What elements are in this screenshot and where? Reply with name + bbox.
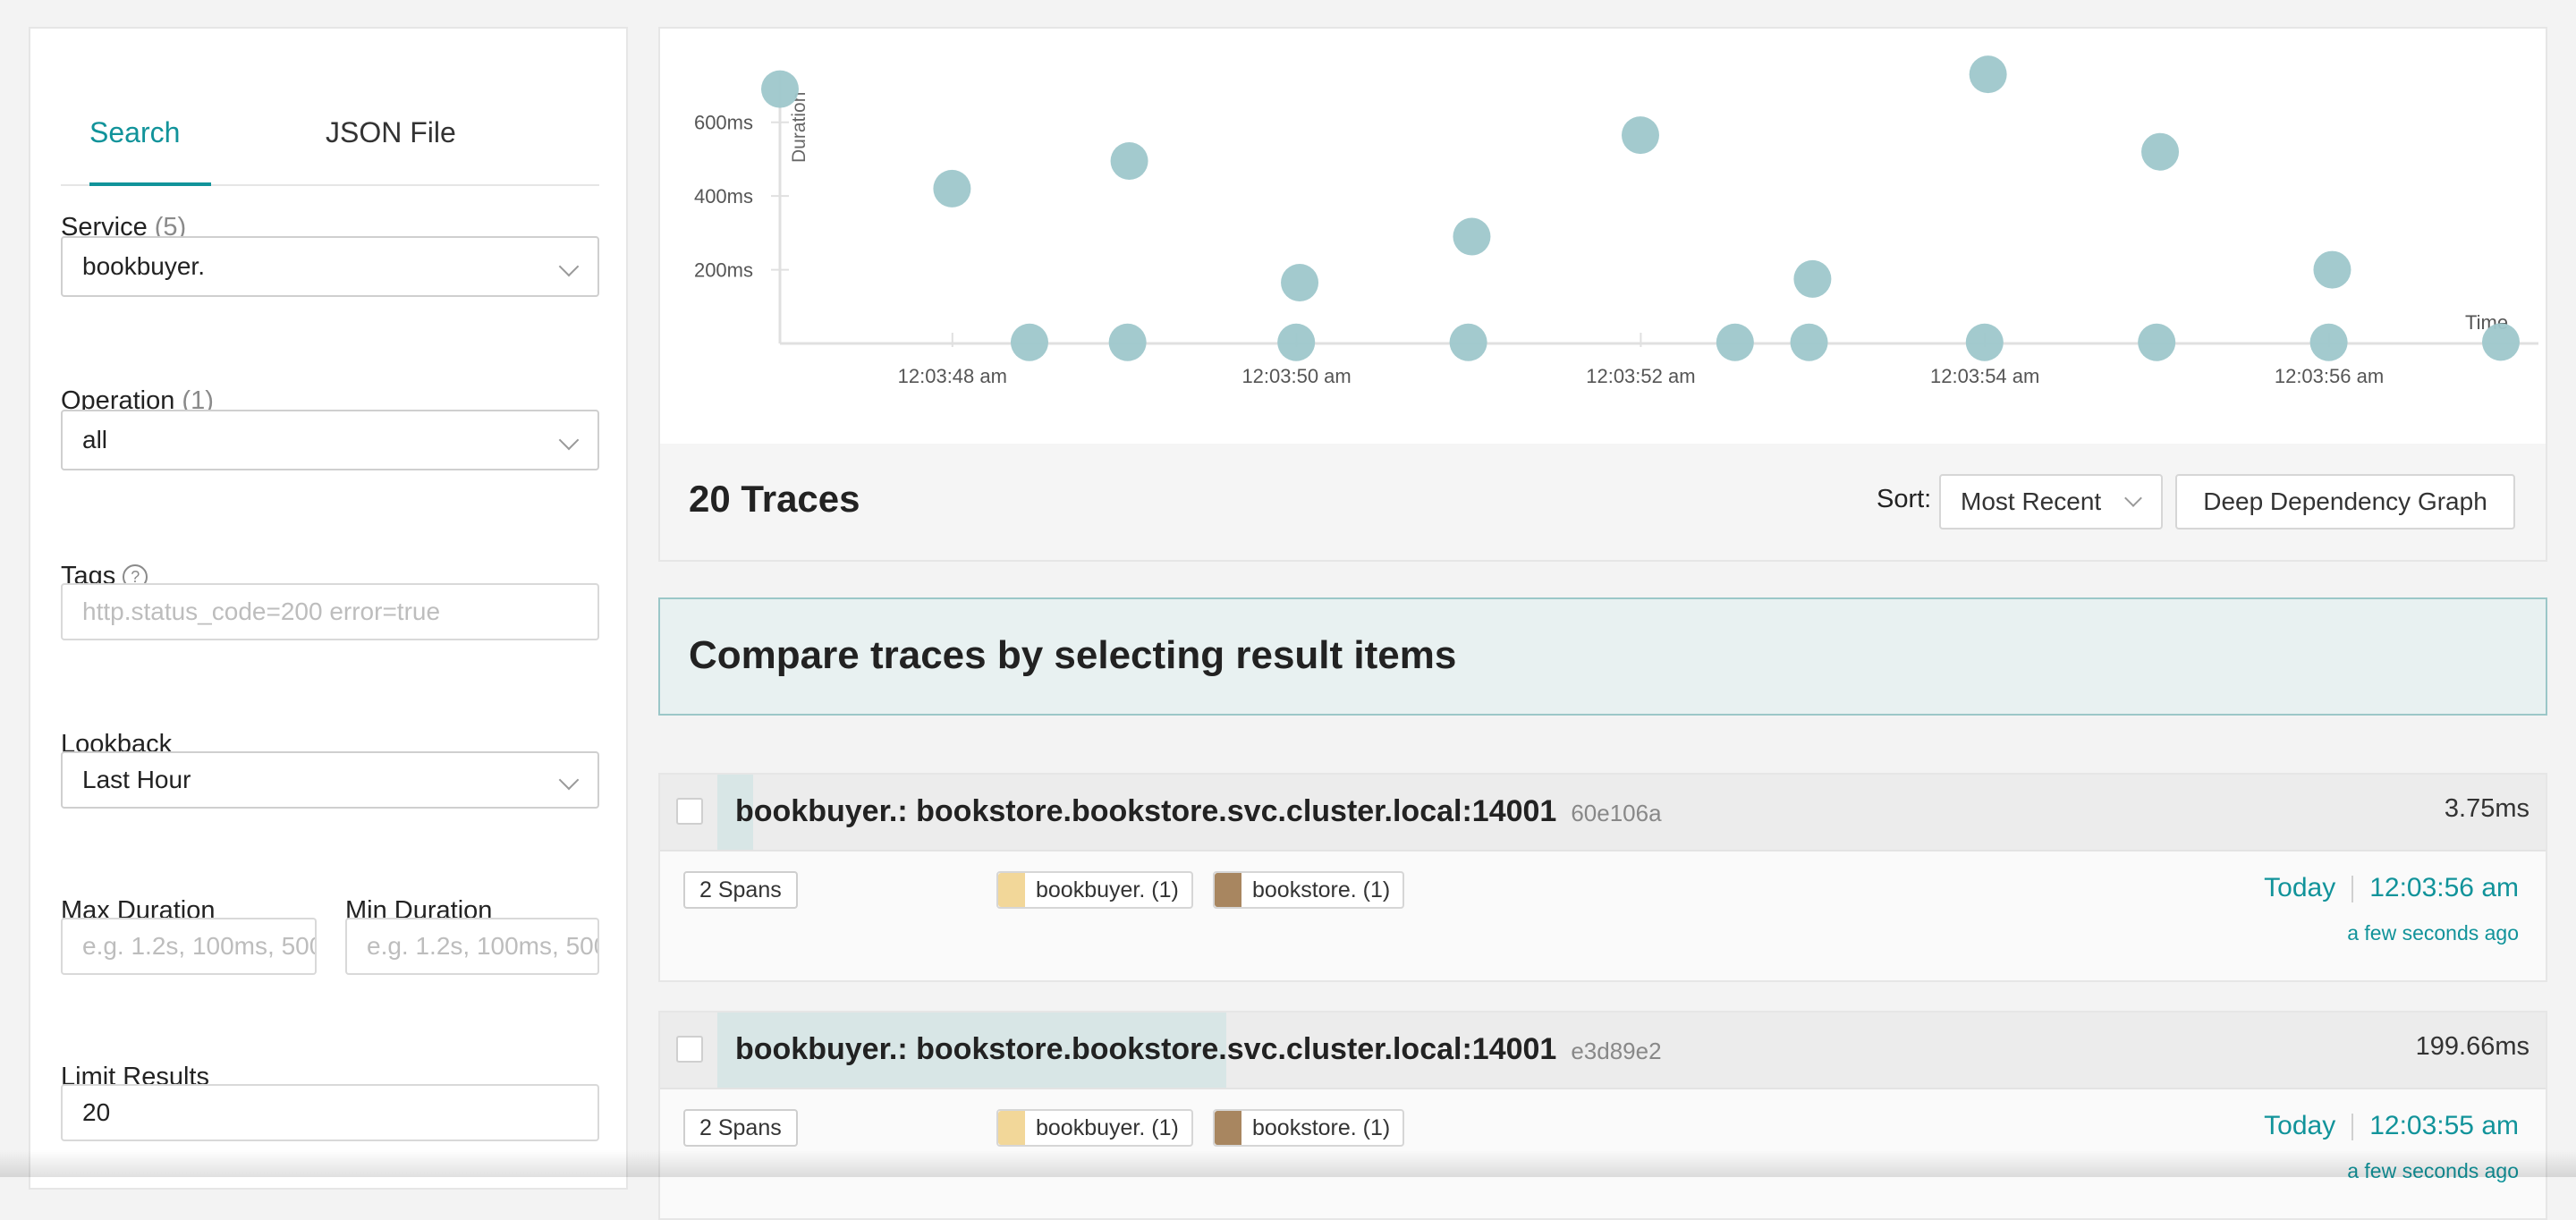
- service-color-swatch: [998, 873, 1025, 907]
- y-tick-label: 200ms: [694, 259, 753, 282]
- search-panel: Search JSON File Service (5) bookbuyer. …: [29, 27, 628, 1190]
- lookback-select-value: Last Hour: [82, 766, 191, 793]
- trace-id: e3d89e2: [1571, 1038, 1662, 1064]
- trace-date: Today: [2264, 1111, 2336, 1140]
- trace-point: [1790, 323, 1828, 361]
- trace-id: 60e106a: [1571, 800, 1662, 826]
- tab-json-file[interactable]: JSON File: [326, 116, 456, 182]
- trace-point: [1969, 55, 2007, 94]
- operation-select[interactable]: all: [61, 410, 599, 470]
- service-tag-label: bookbuyer. (1): [1036, 877, 1179, 902]
- service-tag: bookbuyer. (1): [996, 1109, 1193, 1147]
- service-tag: bookstore. (1): [1213, 1109, 1405, 1147]
- scatter-chart: 200ms 400ms 600ms 12:03:48 am 12:03:50 am 12:…: [658, 27, 2547, 445]
- trace-point: [1793, 259, 1832, 298]
- y-tick-label: 600ms: [694, 112, 753, 134]
- traces-count: 20 Traces: [689, 478, 860, 520]
- lookback-select[interactable]: Last Hour: [61, 751, 599, 809]
- trace-title-text: bookbuyer.: bookstore.bookstore.svc.clus…: [735, 794, 1557, 828]
- trace-point: [1108, 323, 1147, 361]
- trace-item-header[interactable]: bookbuyer.: bookstore.bookstore.svc.clus…: [660, 1012, 2546, 1089]
- trace-timestamp: Today 12:03:55 am: [2264, 1111, 2519, 1141]
- x-tick-label: 12:03:54 am: [1930, 365, 2039, 387]
- trace-point: [2141, 132, 2180, 171]
- trace-duration: 199.66ms: [2415, 1032, 2529, 1061]
- trace-time: 12:03:56 am: [2369, 873, 2519, 902]
- trace-item[interactable]: bookbuyer.: bookstore.bookstore.svc.clus…: [658, 1011, 2547, 1220]
- trace-point: [933, 169, 971, 208]
- service-color-swatch: [1215, 873, 1241, 907]
- trace-timestamp: Today 12:03:56 am: [2264, 873, 2519, 903]
- trace-point: [1622, 116, 1659, 155]
- trace-title-text: bookbuyer.: bookstore.bookstore.svc.clus…: [735, 1032, 1557, 1066]
- service-tag-label: bookstore. (1): [1252, 877, 1391, 902]
- trace-item[interactable]: bookbuyer.: bookstore.bookstore.svc.clus…: [658, 773, 2547, 982]
- x-tick-label: 12:03:56 am: [2275, 365, 2384, 387]
- trace-point: [2313, 250, 2351, 289]
- trace-point: [2309, 323, 2348, 361]
- trace-point: [1281, 264, 1319, 301]
- compare-banner: Compare traces by selecting result items: [658, 597, 2547, 716]
- divider: [2351, 1114, 2354, 1141]
- service-tag-label: bookbuyer. (1): [1036, 1115, 1179, 1140]
- trace-title[interactable]: bookbuyer.: bookstore.bookstore.svc.clus…: [735, 1032, 1662, 1067]
- trace-item-header[interactable]: bookbuyer.: bookstore.bookstore.svc.clus…: [660, 775, 2546, 851]
- trace-relative-time: a few seconds ago: [2347, 921, 2519, 945]
- chevron-down-icon: [2124, 489, 2142, 507]
- sort-select-value: Most Recent: [1961, 487, 2102, 515]
- search-tabs: Search JSON File: [61, 91, 599, 186]
- service-color-swatch: [998, 1111, 1025, 1145]
- operation-select-value: all: [82, 426, 108, 453]
- service-tag-label: bookstore. (1): [1252, 1115, 1391, 1140]
- trace-title[interactable]: bookbuyer.: bookstore.bookstore.svc.clus…: [735, 794, 1662, 829]
- trace-select-checkbox[interactable]: [676, 798, 703, 825]
- span-count-badge: 2 Spans: [683, 871, 798, 909]
- y-tick-label: 400ms: [694, 185, 753, 208]
- sort-select[interactable]: Most Recent: [1939, 474, 2163, 530]
- service-select[interactable]: bookbuyer.: [61, 236, 599, 297]
- deep-dependency-graph-button[interactable]: Deep Dependency Graph: [2175, 474, 2515, 530]
- min-duration-input[interactable]: e.g. 1.2s, 100ms, 500us: [345, 918, 599, 975]
- trace-point: [1716, 323, 1754, 361]
- divider: [2351, 876, 2354, 903]
- service-tag: bookstore. (1): [1213, 871, 1405, 909]
- trace-point: [1453, 217, 1491, 256]
- trace-point: [1965, 323, 2004, 361]
- trace-point: [1110, 142, 1148, 180]
- x-tick-label: 12:03:50 am: [1241, 365, 1351, 387]
- results-header: 20 Traces Sort: Most Recent Deep Depende…: [658, 444, 2547, 562]
- chevron-down-icon: [558, 256, 580, 277]
- service-tag: bookbuyer. (1): [996, 871, 1193, 909]
- x-tick-label: 12:03:48 am: [898, 365, 1007, 387]
- tags-input[interactable]: http.status_code=200 error=true: [61, 583, 599, 640]
- trace-point: [1449, 323, 1487, 361]
- trace-duration: 3.75ms: [2444, 794, 2529, 823]
- trace-select-checkbox[interactable]: [676, 1036, 703, 1063]
- max-duration-input[interactable]: e.g. 1.2s, 100ms, 500us: [61, 918, 317, 975]
- bottom-shadow: [0, 1150, 2576, 1177]
- chevron-down-icon: [558, 429, 580, 451]
- scatter-plot: 200ms 400ms 600ms 12:03:48 am 12:03:50 am 12:…: [694, 55, 2538, 387]
- trace-point: [1277, 323, 1316, 361]
- compare-banner-text: Compare traces by selecting result items: [689, 633, 1457, 677]
- trace-date: Today: [2264, 873, 2336, 902]
- trace-point: [2482, 323, 2520, 361]
- x-tick-label: 12:03:52 am: [1586, 365, 1695, 387]
- tab-search-label: Search: [89, 116, 181, 148]
- service-color-swatch: [1215, 1111, 1241, 1145]
- trace-time: 12:03:55 am: [2369, 1111, 2519, 1140]
- trace-point: [761, 70, 799, 108]
- chevron-down-icon: [558, 769, 580, 791]
- trace-point: [1010, 323, 1048, 361]
- limit-results-input[interactable]: 20: [61, 1084, 599, 1141]
- trace-point: [2138, 323, 2176, 361]
- tab-search[interactable]: Search: [89, 116, 211, 186]
- span-count-badge: 2 Spans: [683, 1109, 798, 1147]
- sort-label: Sort:: [1877, 485, 1932, 513]
- service-select-value: bookbuyer.: [82, 252, 205, 280]
- tab-json-file-label: JSON File: [326, 116, 456, 148]
